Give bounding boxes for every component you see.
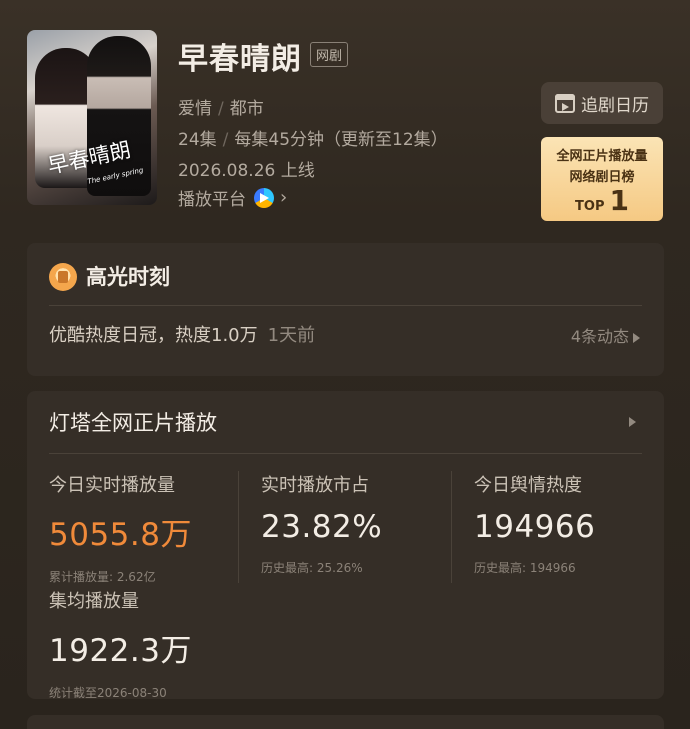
stats-arrow-icon[interactable]	[629, 417, 636, 427]
stats-card: 灯塔全网正片播放 今日实时播放量 5055.8万 累计播放量: 2.62亿 实时…	[27, 391, 664, 701]
episode-count: 24集	[178, 130, 217, 150]
divider	[238, 471, 239, 583]
calendar-icon	[555, 93, 575, 113]
stat-today-sub: 累计播放量: 2.62亿	[49, 570, 156, 584]
episode-line: 24集 / 每集45分钟（更新至12集）	[178, 130, 448, 150]
highlight-card: 高光时刻 优酷热度日冠，热度1.0万 1天前 4条动态	[27, 243, 664, 376]
genre-urban: 都市	[229, 99, 264, 119]
show-type-tag: 网剧	[310, 42, 349, 67]
drama-calendar-button[interactable]: 追剧日历	[541, 82, 663, 124]
stat-today-label: 今日实时播放量	[49, 475, 175, 496]
stats-title: 灯塔全网正片播放	[49, 411, 217, 435]
poster-image[interactable]: 早春晴朗 The early spring	[27, 30, 157, 205]
highlight-time: 1天前	[267, 325, 316, 346]
chevron-right-icon: ›	[280, 187, 288, 208]
stat-share-label: 实时播放市占	[261, 475, 369, 496]
next-card	[27, 715, 664, 729]
divider	[49, 305, 642, 306]
stat-avg-label: 集均播放量	[49, 591, 139, 612]
release-date: 2026.08.26 上线	[178, 161, 315, 181]
rank-badge-top: TOP 1	[541, 187, 663, 215]
platform-label: 播放平台	[178, 190, 246, 210]
rank-top-number: 1	[609, 184, 629, 217]
divider	[451, 471, 452, 583]
stat-heat-label: 今日舆情热度	[474, 475, 582, 496]
youku-icon[interactable]	[254, 187, 274, 208]
rank-top-label: TOP	[575, 199, 605, 214]
rank-badge-line1: 全网正片播放量	[556, 149, 648, 164]
divider	[49, 453, 642, 454]
stat-public-heat: 今日舆情热度 194966 历史最高: 194966	[474, 471, 595, 576]
show-header: 早春晴朗 The early spring 早春晴朗 网剧 爱情 / 都市 24集 /…	[0, 0, 690, 235]
drama-calendar-label: 追剧日历	[581, 95, 649, 116]
stat-heat-sub: 历史最高: 194966	[474, 561, 576, 575]
highlight-icon	[49, 263, 77, 291]
genre-line: 爱情 / 都市	[178, 99, 264, 119]
stat-avg-value: 1922.3万	[49, 633, 192, 669]
platform-row[interactable]: 播放平台 ›	[178, 185, 287, 210]
stat-today-plays: 今日实时播放量 5055.8万 累计播放量: 2.62亿	[49, 471, 192, 585]
genre-romance: 爱情	[178, 99, 212, 119]
highlight-text-row[interactable]: 优酷热度日冠，热度1.0万 1天前	[49, 321, 315, 347]
highlight-text: 优酷热度日冠，热度1.0万	[49, 325, 258, 346]
highlight-title: 高光时刻	[86, 265, 170, 289]
stat-today-value: 5055.8万	[49, 517, 192, 553]
rank-badge[interactable]: 全网正片播放量 网络剧日榜 TOP 1	[541, 137, 663, 221]
stat-heat-value: 194966	[474, 509, 596, 545]
stat-share-sub: 历史最高: 25.26%	[261, 561, 363, 575]
stat-share-value: 23.82%	[261, 509, 383, 545]
rank-badge-line2: 网络剧日榜	[569, 170, 635, 185]
stat-market-share: 实时播放市占 23.82% 历史最高: 25.26%	[261, 471, 382, 576]
episode-length: 每集45分钟（更新至12集）	[234, 130, 448, 150]
show-title: 早春晴朗	[178, 42, 302, 77]
stat-avg-sub: 统计截至2026-08-30	[49, 686, 167, 700]
stat-avg-plays: 集均播放量 1922.3万 统计截至2026-08-30	[49, 587, 192, 701]
highlight-more-link[interactable]: 4条动态	[571, 323, 640, 347]
play-arrow-icon	[633, 332, 640, 343]
highlight-more-label: 4条动态	[570, 327, 629, 346]
